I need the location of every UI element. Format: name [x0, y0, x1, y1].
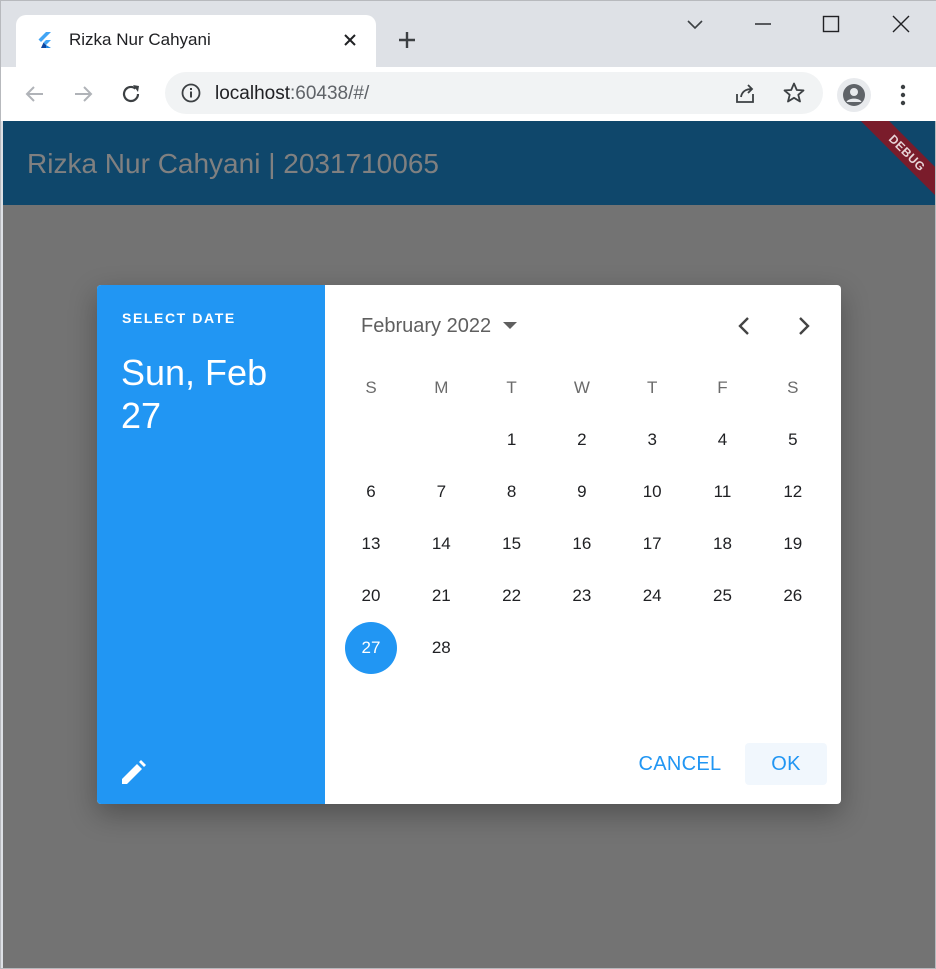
minimize-icon[interactable]	[743, 9, 783, 39]
ok-button[interactable]: OK	[745, 743, 827, 785]
day-cell[interactable]: 14	[415, 518, 467, 570]
day-cell[interactable]: 12	[767, 466, 819, 518]
url-text[interactable]: localhost:60438/#/	[215, 83, 369, 105]
day-cell[interactable]: 15	[486, 518, 538, 570]
app-title: Rizka Nur Cahyani | 2031710065	[27, 148, 439, 179]
app-viewport: Rizka Nur Cahyani | 2031710065 DEBUG SEL…	[3, 121, 935, 968]
pencil-icon[interactable]	[117, 757, 149, 789]
day-cell[interactable]: 21	[415, 570, 467, 622]
day-cell[interactable]: 26	[767, 570, 819, 622]
weekday-label: T	[646, 378, 658, 397]
chevron-right-icon[interactable]	[787, 309, 821, 343]
weekday-label: W	[573, 378, 590, 397]
tab-title: Rizka Nur Cahyani	[69, 30, 211, 49]
browser-window: Rizka Nur Cahyani localhost:60438/#/ Riz…	[0, 0, 936, 969]
day-cell[interactable]: 11	[697, 466, 749, 518]
day-cell-selected[interactable]: 27	[345, 622, 397, 674]
day-cell[interactable]: 19	[767, 518, 819, 570]
weekday-label: S	[365, 378, 377, 397]
reload-icon[interactable]	[115, 78, 147, 110]
cancel-button[interactable]: CANCEL	[631, 743, 729, 785]
info-icon[interactable]	[181, 83, 201, 103]
day-cell[interactable]: 24	[626, 570, 678, 622]
browser-toolbar: localhost:60438/#/	[1, 67, 936, 121]
tab-strip: Rizka Nur Cahyani	[1, 1, 936, 67]
maximize-icon[interactable]	[811, 9, 851, 39]
date-picker-header: SELECT DATE Sun, Feb 27	[97, 285, 325, 804]
browser-tab[interactable]: Rizka Nur Cahyani	[16, 15, 376, 67]
calendar: February 2022 SMTWTFS 1 2 3 4 5 6 7 8 9 10 11 12 13 1…	[325, 285, 841, 804]
weekday-label: M	[434, 378, 449, 397]
day-cell[interactable]: 5	[767, 414, 819, 466]
weekday-label: T	[506, 378, 517, 397]
kebab-icon[interactable]	[889, 79, 917, 111]
star-icon[interactable]	[782, 81, 806, 105]
day-cell[interactable]: 22	[486, 570, 538, 622]
day-cell[interactable]: 20	[345, 570, 397, 622]
day-cell[interactable]: 13	[345, 518, 397, 570]
day-cell[interactable]: 23	[556, 570, 608, 622]
day-cell[interactable]: 10	[626, 466, 678, 518]
close-icon[interactable]	[339, 29, 361, 51]
day-cell[interactable]: 4	[697, 414, 749, 466]
arrow-left-icon[interactable]	[19, 78, 51, 110]
weekday-label: F	[717, 378, 728, 397]
person-icon[interactable]	[837, 78, 871, 112]
day-cell[interactable]: 16	[556, 518, 608, 570]
share-icon[interactable]	[733, 82, 757, 106]
day-cell[interactable]: 28	[415, 622, 467, 674]
arrow-right-icon[interactable]	[67, 78, 99, 110]
day-cell[interactable]: 6	[345, 466, 397, 518]
day-cell[interactable]: 7	[415, 466, 467, 518]
day-cell[interactable]: 1	[486, 414, 538, 466]
day-cell[interactable]: 2	[556, 414, 608, 466]
app-bar: Rizka Nur Cahyani | 2031710065	[3, 121, 935, 205]
month-year-selector[interactable]: February 2022	[361, 311, 518, 341]
day-cell[interactable]: 8	[486, 466, 538, 518]
day-cell[interactable]: 3	[626, 414, 678, 466]
address-bar[interactable]: localhost:60438/#/	[165, 72, 823, 114]
selected-date: Sun, Feb 27	[121, 352, 268, 436]
url-path: :60438/#/	[290, 83, 370, 104]
url-host: localhost	[215, 83, 290, 104]
month-year-label: February 2022	[361, 314, 492, 337]
day-cell[interactable]: 25	[697, 570, 749, 622]
chevron-down-icon[interactable]	[675, 9, 715, 39]
day-cell[interactable]: 9	[556, 466, 608, 518]
day-cell[interactable]: 18	[697, 518, 749, 570]
caret-down-icon	[503, 321, 518, 331]
window-close-icon[interactable]	[881, 9, 921, 39]
plus-icon[interactable]	[393, 26, 421, 54]
help-text: SELECT DATE	[122, 310, 236, 326]
day-cell[interactable]: 17	[626, 518, 678, 570]
weekday-label: S	[787, 378, 799, 397]
flutter-logo-icon	[36, 31, 54, 49]
date-picker-dialog: SELECT DATE Sun, Feb 27 February 2022 S …	[97, 285, 841, 804]
chevron-left-icon[interactable]	[727, 309, 761, 343]
